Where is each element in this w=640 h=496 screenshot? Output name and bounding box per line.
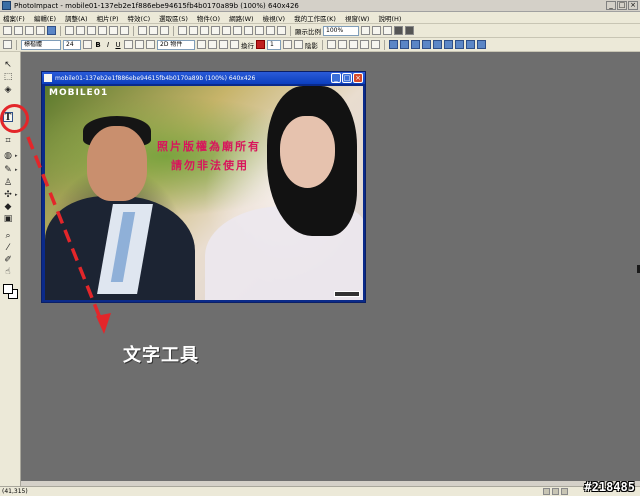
cursor-coordinates: (41,315) [2,488,28,495]
annotation-arrow [26,136,111,334]
status-icons [543,488,568,495]
image-id-stamp: #218485 [584,480,635,494]
status-icon[interactable] [561,488,568,495]
annotation-caption: 文字工具 [123,345,199,366]
status-bar: (41,315) [0,486,640,496]
annotation-arrowhead [96,313,111,334]
status-icon[interactable] [552,488,559,495]
annotation-dashed-line [26,136,102,319]
status-icon[interactable] [543,488,550,495]
